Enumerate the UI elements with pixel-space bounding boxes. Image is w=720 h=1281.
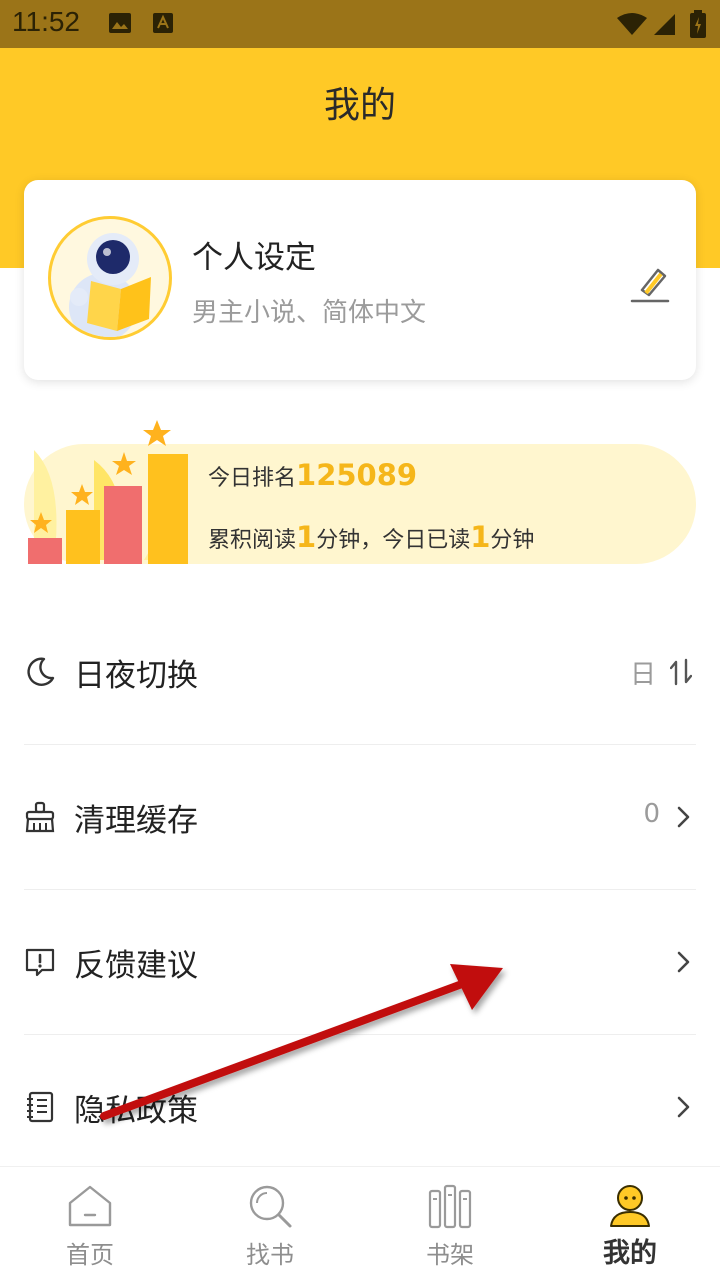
home-icon: [68, 1185, 112, 1227]
chevron-right-icon: [677, 1096, 690, 1118]
profile-name: 个人设定: [192, 240, 316, 276]
status-bar: 11:52: [0, 0, 720, 48]
total-reading-unit: 分钟，今日已读: [316, 528, 471, 553]
astronaut-avatar-icon: [69, 233, 151, 337]
chevron-right-icon: [677, 806, 690, 828]
menu-feedback-label: 反馈建议: [74, 948, 198, 984]
tab-home-label: 首页: [66, 1241, 114, 1269]
edit-icon[interactable]: [628, 260, 672, 304]
menu-day-night-label: 日夜切换: [74, 658, 198, 694]
broom-icon: [25, 801, 55, 833]
tab-find-books-label: 找书: [246, 1241, 294, 1269]
today-reading-minutes: 1: [470, 520, 491, 554]
tab-bookshelf[interactable]: 书架: [360, 1167, 540, 1281]
menu-feedback[interactable]: 反馈建议: [24, 890, 696, 1034]
tab-bookshelf-label: 书架: [426, 1241, 474, 1269]
today-rank-label: 今日排名: [208, 466, 297, 491]
menu-clear-cache-label: 清理缓存: [74, 803, 198, 839]
total-reading-minutes: 1: [296, 520, 317, 554]
profile-preferences: 男主小说、简体中文: [192, 298, 427, 328]
chevron-right-icon: [677, 951, 690, 973]
policy-document-icon: [27, 1091, 54, 1123]
menu-privacy-policy[interactable]: 隐私政策: [24, 1035, 696, 1179]
theme-mode-value: 日: [629, 660, 656, 690]
tab-home[interactable]: 首页: [0, 1167, 180, 1281]
feedback-icon: [25, 948, 55, 977]
avatar[interactable]: [48, 216, 172, 340]
menu-privacy-label: 隐私政策: [74, 1093, 198, 1129]
today-reading-unit: 分钟: [490, 528, 535, 553]
reading-time: 累积阅读1分钟，今日已读1分钟: [208, 520, 534, 554]
bottom-tab-bar: 首页 找书 书架 我的: [0, 1166, 720, 1281]
rank-chart-illustration: [28, 420, 188, 564]
tab-mine[interactable]: 我的: [540, 1167, 720, 1281]
profile-icon: [610, 1185, 650, 1227]
menu-day-night[interactable]: 日夜切换 日: [24, 600, 696, 744]
wifi-icon: [617, 13, 647, 35]
today-rank-value: 125089: [296, 458, 418, 492]
page-title: 我的: [323, 85, 396, 126]
swap-icon: [670, 658, 692, 686]
menu-clear-cache[interactable]: 清理缓存 0: [24, 745, 696, 889]
tab-find-books[interactable]: 找书: [180, 1167, 360, 1281]
cache-size-value: 0: [643, 799, 660, 829]
battery-icon: [690, 10, 706, 38]
tab-mine-label: 我的: [603, 1238, 657, 1269]
status-time: 11:52: [12, 6, 80, 37]
search-icon: [249, 1185, 292, 1228]
profile-card[interactable]: 个人设定 男主小说、简体中文: [24, 180, 696, 380]
moon-icon: [27, 657, 55, 686]
bookshelf-icon: [428, 1184, 472, 1229]
image-notification-icon: [109, 13, 131, 33]
signal-icon: [654, 14, 675, 35]
total-reading-label: 累积阅读: [208, 528, 297, 553]
font-notification-icon: [153, 13, 173, 33]
today-rank: 今日排名125089: [208, 458, 417, 492]
